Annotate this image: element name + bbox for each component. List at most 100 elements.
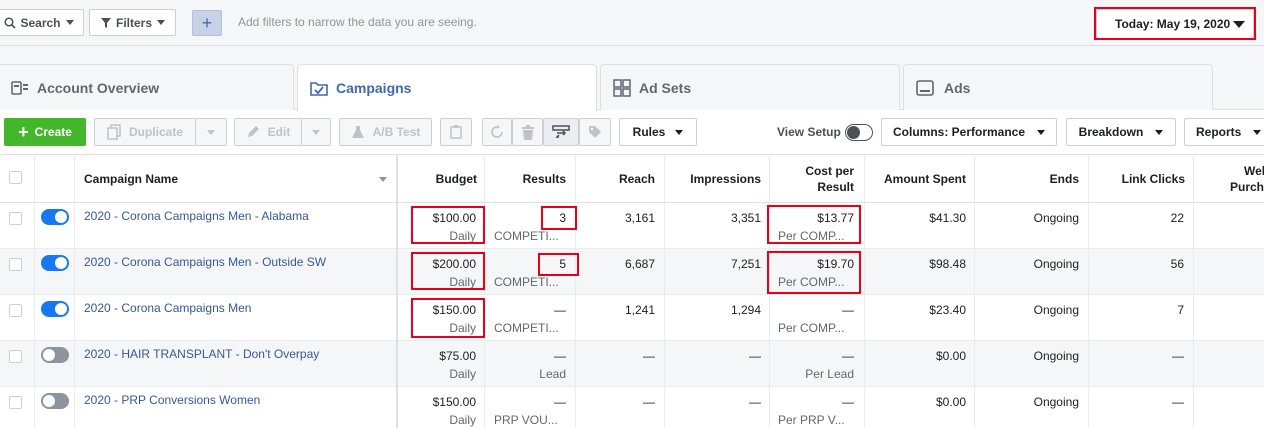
impressions-value: 7,251: [730, 257, 761, 271]
edit-button[interactable]: Edit: [234, 118, 302, 146]
columns-button[interactable]: Columns: Performance: [881, 118, 1057, 146]
campaign-name-link[interactable]: 2020 - Corona Campaigns Men - Outside SW: [84, 255, 326, 269]
amount-spent-value: $23.40: [929, 303, 966, 317]
table-row[interactable]: 2020 - Corona Campaigns Men - Alabama $10…: [0, 203, 1264, 249]
tag-button[interactable]: [579, 118, 611, 146]
header-amount-spent[interactable]: Amount Spent: [866, 155, 966, 203]
link-clicks-value: —: [1172, 349, 1184, 363]
rules-label: Rules: [632, 125, 666, 139]
row-checkbox[interactable]: [9, 396, 22, 409]
campaign-name-link[interactable]: 2020 - PRP Conversions Women: [84, 393, 260, 407]
campaign-name-link[interactable]: 2020 - HAIR TRANSPLANT - Don't Overpay: [84, 347, 319, 361]
header-results[interactable]: Results: [486, 155, 566, 203]
column-divider: [484, 155, 485, 428]
add-filter-button[interactable]: +: [192, 10, 222, 36]
export-button[interactable]: [543, 118, 579, 146]
edit-dropdown[interactable]: [301, 118, 331, 146]
campaign-toggle[interactable]: [41, 347, 69, 363]
chevron-down-icon: [312, 129, 320, 135]
duplicate-dropdown[interactable]: [195, 118, 227, 146]
export-icon: [552, 125, 570, 138]
header-label-line1: Wel: [1244, 164, 1264, 178]
budget-value: $150.00: [432, 395, 476, 409]
header-cost-per-result[interactable]: Cost per Result: [770, 155, 854, 203]
impressions-value: —: [749, 395, 761, 409]
filters-button[interactable]: Filters: [89, 9, 176, 36]
chevron-down-icon: [1155, 129, 1164, 135]
reports-button[interactable]: Reports: [1184, 118, 1264, 146]
reach-value: 3,161: [624, 211, 655, 225]
tab-account-overview[interactable]: Account Overview: [0, 64, 294, 110]
tab-ad-sets[interactable]: Ad Sets: [600, 64, 900, 110]
campaign-toggle[interactable]: [41, 255, 69, 271]
results-type: COMPETI...: [494, 275, 559, 289]
flask-icon: [351, 126, 364, 138]
table-row[interactable]: 2020 - HAIR TRANSPLANT - Don't Overpay $7…: [0, 341, 1264, 387]
campaign-toggle[interactable]: [41, 393, 69, 409]
column-divider: [664, 155, 665, 428]
ads-icon: [916, 79, 934, 96]
header-ends[interactable]: Ends: [980, 155, 1079, 203]
chevron-down-icon: [1253, 129, 1262, 135]
campaign-toggle[interactable]: [41, 209, 69, 225]
column-divider: [1193, 155, 1194, 428]
header-label-line1: Cost per: [805, 164, 854, 178]
table-row[interactable]: 2020 - PRP Conversions Women $150.00 Daily…: [0, 387, 1264, 428]
column-divider: [34, 155, 35, 428]
view-setup-toggle[interactable]: [845, 124, 873, 141]
header-impressions[interactable]: Impressions: [666, 155, 761, 203]
view-setup-label: View Setup: [777, 125, 841, 139]
row-checkbox[interactable]: [9, 350, 22, 363]
refresh-button[interactable]: [482, 118, 512, 146]
campaign-toggle[interactable]: [41, 301, 69, 317]
header-website-purchases[interactable]: Wel Purch: [1230, 155, 1264, 203]
toggle-knob: [55, 303, 67, 315]
amount-spent-value: $98.48: [929, 257, 966, 271]
header-label: Ends: [1049, 172, 1079, 186]
campaign-name-link[interactable]: 2020 - Corona Campaigns Men - Alabama: [84, 209, 309, 223]
row-checkbox[interactable]: [9, 304, 22, 317]
amount-spent-value: $41.30: [929, 211, 966, 225]
clipboard-button[interactable]: [440, 118, 472, 146]
column-divider: [864, 155, 865, 428]
amount-spent-value: $0.00: [935, 349, 966, 363]
campaign-name-link[interactable]: 2020 - Corona Campaigns Men: [84, 301, 251, 315]
header-campaign-name[interactable]: Campaign Name: [84, 155, 389, 203]
results-type: COMPETI...: [494, 321, 559, 335]
ab-test-label: A/B Test: [372, 125, 421, 139]
highlight-box: [538, 253, 579, 276]
header-budget[interactable]: Budget: [400, 155, 477, 203]
reach-value: —: [643, 349, 655, 363]
rules-button[interactable]: Rules: [619, 118, 697, 146]
table-row[interactable]: 2020 - Corona Campaigns Men - Outside SW…: [0, 249, 1264, 295]
filter-placeholder[interactable]: Add filters to narrow the data you are s…: [238, 15, 477, 29]
toggle-knob: [847, 126, 860, 139]
link-clicks-value: —: [1172, 395, 1184, 409]
duplicate-button[interactable]: Duplicate: [94, 118, 196, 146]
table-row[interactable]: 2020 - Corona Campaigns Men $150.00 Daily —…: [0, 295, 1264, 341]
tab-campaigns[interactable]: Campaigns: [297, 64, 597, 111]
sort-caret-icon: [379, 177, 387, 182]
chevron-down-icon: [65, 20, 74, 25]
create-label: Create: [34, 125, 72, 139]
tag-icon: [589, 126, 601, 138]
tab-ads[interactable]: Ads: [903, 64, 1213, 110]
cost-per-result-type: Per PRP V...: [778, 413, 845, 427]
impressions-value: 3,351: [730, 211, 761, 225]
row-checkbox[interactable]: [9, 258, 22, 271]
ad-sets-icon: [613, 78, 631, 97]
ab-test-button[interactable]: A/B Test: [339, 118, 432, 146]
header-reach[interactable]: Reach: [577, 155, 655, 203]
cost-per-result-value: —: [842, 349, 854, 363]
delete-button[interactable]: [512, 118, 543, 146]
create-button[interactable]: + Create: [4, 118, 86, 146]
select-all-checkbox[interactable]: [9, 171, 22, 184]
tab-label: Campaigns: [336, 80, 412, 96]
edit-label: Edit: [267, 125, 291, 139]
chevron-down-icon: [157, 20, 165, 25]
header-link-clicks[interactable]: Link Clicks: [1090, 155, 1185, 203]
search-button[interactable]: Search: [0, 9, 84, 36]
row-checkbox[interactable]: [9, 212, 22, 225]
duplicate-icon: [107, 124, 121, 140]
breakdown-button[interactable]: Breakdown: [1066, 118, 1176, 146]
